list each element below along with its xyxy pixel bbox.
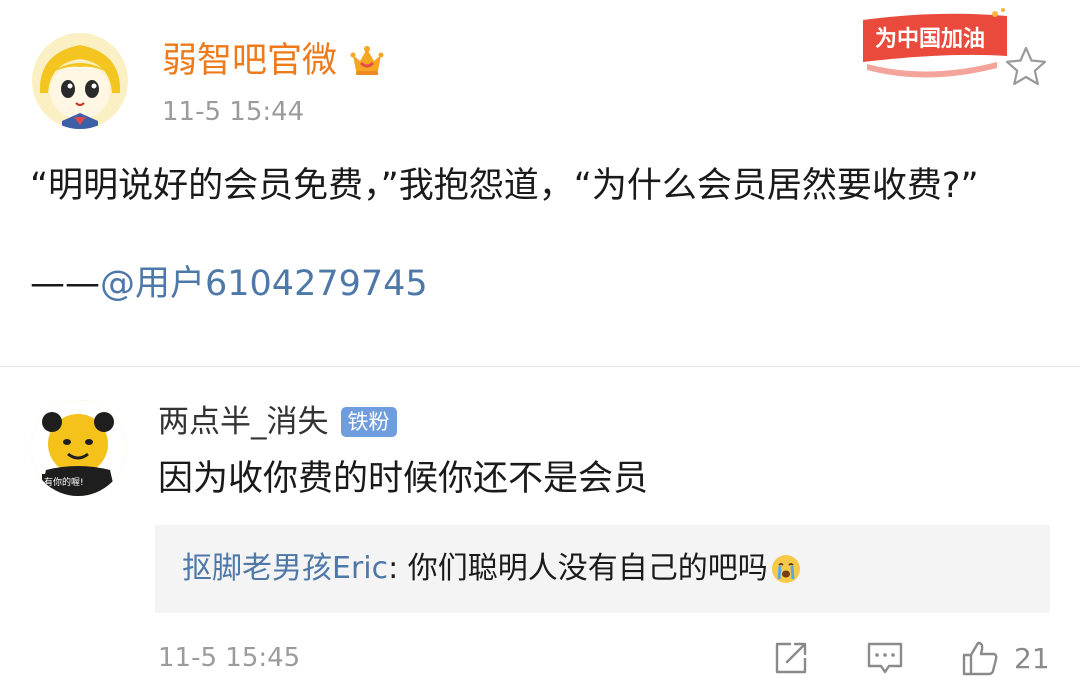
favorite-star-button[interactable]	[1003, 44, 1049, 90]
star-outline-icon	[1005, 46, 1047, 86]
post-text: “明明说好的会员免费，”我抱怨道，“为什么会员居然要收费?”	[30, 166, 979, 206]
repost-icon	[775, 642, 807, 674]
china-support-banner-graphic: 为中国加油	[863, 8, 1007, 78]
iron-fan-badge: 铁粉	[340, 407, 397, 437]
panda-meme-avatar-image: 有你的喔!	[30, 400, 126, 496]
comment-text: 因为收你费的时候你还不是会员	[158, 459, 649, 499]
comment-timestamp: 11-5 15:45	[158, 643, 301, 673]
reply-text: 你们聪明人没有自己的吧吗	[407, 551, 768, 586]
weibo-comment-page: 弱智吧官微 11-5 15:44 为中国加油 “明明说好的会员免费，”我抱怨道，…	[0, 0, 1080, 697]
commenter-name-label[interactable]: 两点半_消失	[158, 400, 329, 444]
vip-crown-icon	[350, 46, 384, 75]
support-china-banner: 为中国加油	[857, 6, 1017, 82]
mention-user-link[interactable]: @用户6104279745	[100, 264, 428, 304]
thumbs-up-icon	[962, 641, 998, 676]
banner-text: 为中国加油	[875, 27, 985, 52]
reply-user-link[interactable]: 抠脚老男孩Eric	[182, 546, 388, 592]
post-author-avatar[interactable]	[32, 33, 128, 129]
commenter-name[interactable]: 两点半_消失 铁粉	[158, 400, 397, 444]
section-divider	[0, 366, 1080, 367]
comment-icon	[867, 642, 903, 674]
post-author-label[interactable]: 弱智吧官微	[162, 38, 337, 84]
post-timestamp: 11-5 15:44	[162, 97, 305, 127]
attribution-dash: ——	[30, 264, 100, 304]
avatar-caption: 有你的喔!	[44, 476, 84, 488]
post-author-name[interactable]: 弱智吧官微	[162, 38, 387, 84]
post-attribution: ——@用户6104279745	[30, 258, 428, 310]
reply-line: 抠脚老男孩Eric: 你们聪明人没有自己的吧吗	[182, 546, 802, 592]
like-button[interactable]: 21	[960, 637, 1050, 679]
repost-button[interactable]	[771, 637, 811, 679]
crying-face-icon	[771, 555, 800, 583]
anime-girl-avatar-image	[32, 33, 128, 129]
commenter-avatar[interactable]: 有你的喔!	[30, 400, 126, 496]
comment-button[interactable]	[865, 637, 905, 679]
reply-preview-box[interactable]: 抠脚老男孩Eric: 你们聪明人没有自己的吧吗	[155, 525, 1050, 613]
reply-separator: :	[388, 551, 408, 586]
like-count: 21	[1014, 641, 1050, 675]
